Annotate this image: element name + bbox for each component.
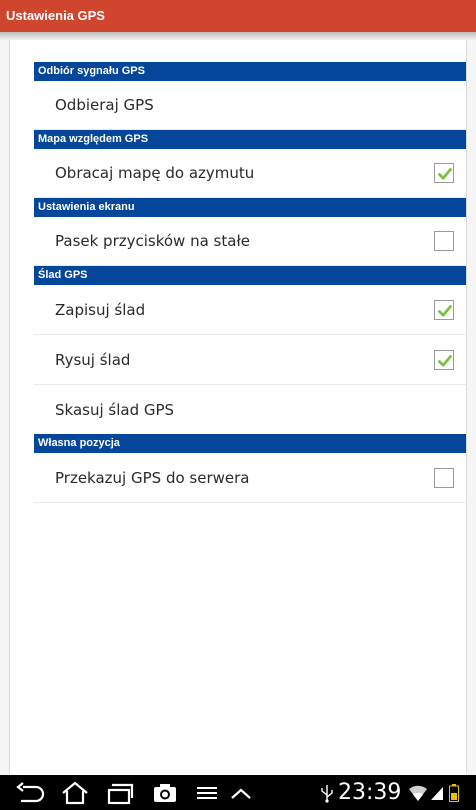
title-bar: Ustawienia GPS	[0, 0, 476, 32]
chevron-up-icon[interactable]	[226, 775, 256, 810]
checkmark-icon	[438, 168, 452, 180]
signal-icon	[429, 775, 445, 810]
setting-rotate-map[interactable]: Obracaj mapę do azymutu	[34, 149, 466, 198]
section-header-gps-track: Ślad GPS	[34, 266, 466, 285]
setting-label: Rysuj ślad	[55, 350, 131, 369]
setting-label: Odbieraj GPS	[55, 96, 154, 114]
back-icon[interactable]	[12, 775, 48, 810]
window-title: Ustawienia GPS	[6, 8, 105, 23]
status-time: 23:39	[338, 780, 402, 805]
setting-label: Skasuj ślad GPS	[55, 400, 175, 419]
save-track-checkbox[interactable]	[434, 299, 454, 320]
checkmark-icon	[438, 354, 452, 367]
setting-send-gps-to-server[interactable]: Przekazuj GPS do serwera	[34, 453, 466, 503]
setting-label: Obracaj mapę do azymutu	[55, 164, 255, 182]
setting-buttons-bar[interactable]: Pasek przycisków na stałe	[34, 217, 466, 266]
recent-apps-icon[interactable]	[101, 775, 137, 810]
setting-label: Zapisuj ślad	[55, 300, 146, 319]
system-nav-bar: 23:39	[0, 775, 476, 810]
settings-panel: Odbiór sygnału GPS Odbieraj GPS Mapa wzg…	[9, 40, 467, 775]
wifi-icon	[407, 775, 429, 810]
section-header-screen: Ustawienia ekranu	[34, 198, 466, 217]
battery-icon	[447, 775, 461, 810]
title-shadow	[0, 32, 476, 40]
setting-label: Pasek przycisków na stałe	[55, 232, 250, 250]
home-icon[interactable]	[57, 775, 93, 810]
draw-track-checkbox[interactable]	[434, 349, 454, 370]
send-gps-checkbox[interactable]	[434, 467, 454, 488]
checkmark-icon	[438, 304, 452, 317]
section-header-gps-signal: Odbiór sygnału GPS	[34, 62, 466, 81]
setting-save-track[interactable]: Zapisuj ślad	[34, 285, 466, 335]
menu-icon[interactable]	[192, 775, 222, 810]
content-frame: Odbiór sygnału GPS Odbieraj GPS Mapa wzg…	[0, 40, 476, 775]
setting-label: Przekazuj GPS do serwera	[55, 468, 250, 487]
camera-icon[interactable]	[149, 775, 181, 810]
setting-delete-track[interactable]: Skasuj ślad GPS	[34, 385, 466, 434]
section-header-own-position: Własna pozycja	[34, 434, 466, 453]
section-header-map-gps: Mapa względem GPS	[34, 130, 466, 149]
rotate-map-checkbox[interactable]	[434, 163, 454, 183]
settings-list: Odbiór sygnału GPS Odbieraj GPS Mapa wzg…	[34, 62, 466, 503]
setting-receive-gps[interactable]: Odbieraj GPS	[34, 81, 466, 130]
setting-draw-track[interactable]: Rysuj ślad	[34, 335, 466, 385]
usb-icon	[318, 775, 336, 810]
buttons-bar-checkbox[interactable]	[434, 231, 454, 251]
